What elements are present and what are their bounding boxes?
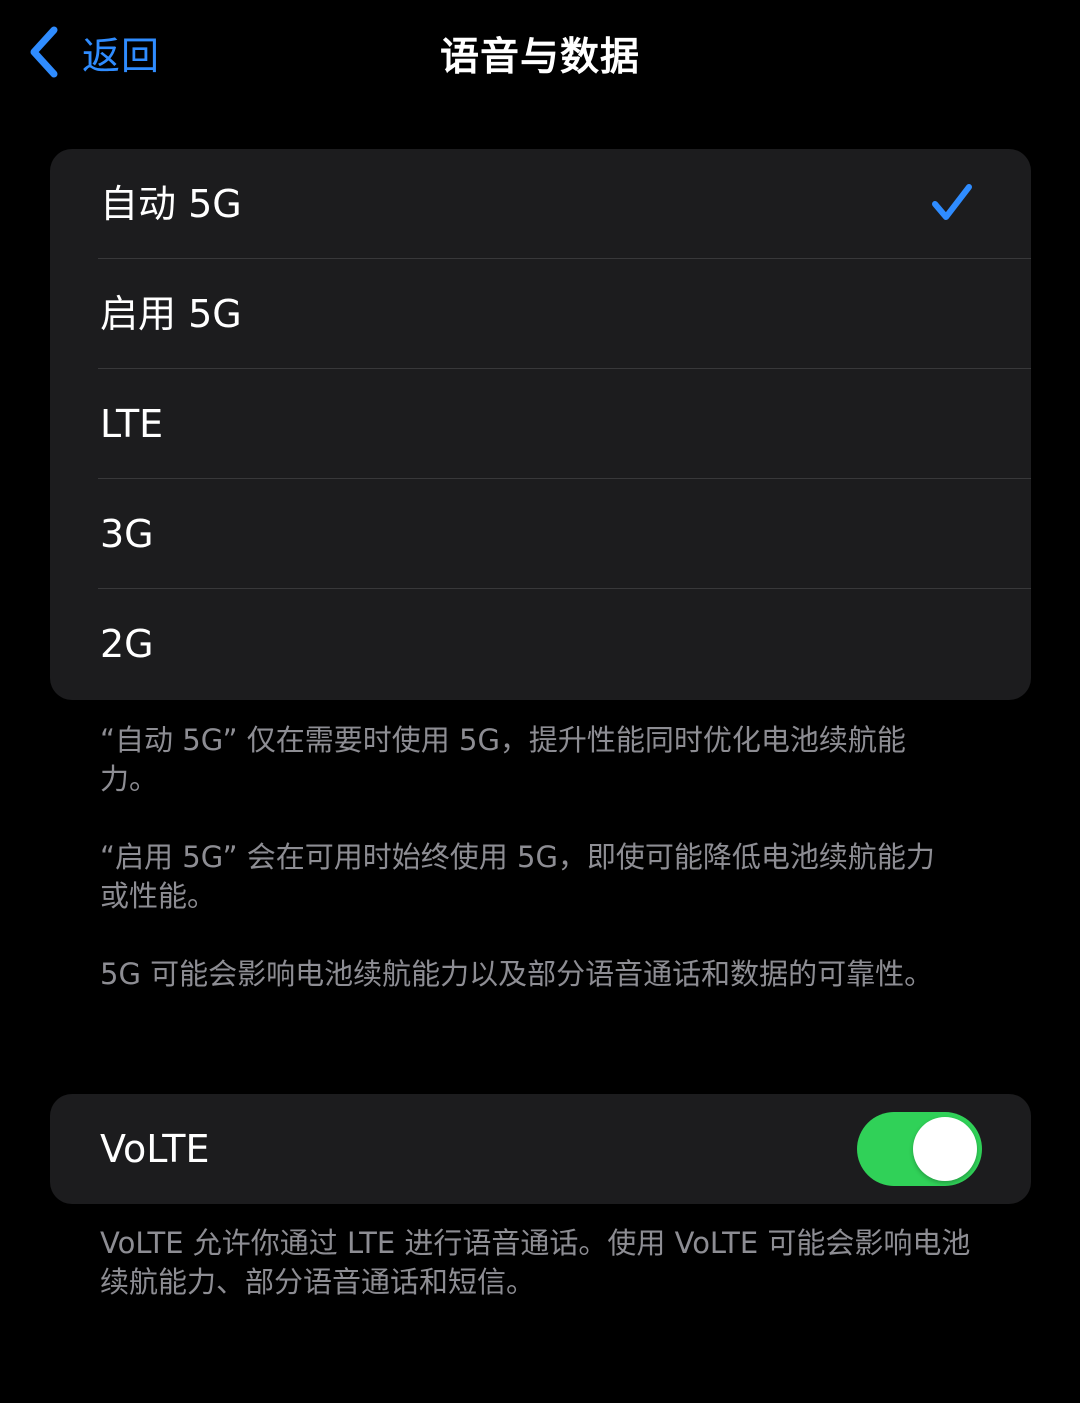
option-label: 自动 5G bbox=[100, 182, 242, 226]
checkmark-icon bbox=[932, 184, 972, 220]
option-label: 2G bbox=[100, 622, 154, 666]
option-auto-5g[interactable]: 自动 5G bbox=[50, 149, 1031, 259]
enable-5g-note: “启用 5G” 会在可用时始终使用 5G，即使可能降低电池续航能力或性能。 bbox=[100, 840, 935, 913]
page-title: 语音与数据 bbox=[439, 35, 640, 80]
volte-label: VoLTE bbox=[100, 1127, 210, 1171]
navigation-bar: 返回 语音与数据 bbox=[0, 0, 1080, 105]
network-mode-list: 自动 5G 启用 5G LTE 3G 2G bbox=[50, 149, 1031, 700]
option-enable-5g[interactable]: 启用 5G bbox=[50, 259, 1031, 369]
option-label: LTE bbox=[100, 402, 164, 446]
option-3g[interactable]: 3G bbox=[50, 479, 1031, 589]
volte-row: VoLTE bbox=[50, 1094, 1031, 1204]
option-label: 启用 5G bbox=[100, 292, 242, 336]
option-2g[interactable]: 2G bbox=[50, 589, 1031, 699]
option-lte[interactable]: LTE bbox=[50, 369, 1031, 479]
option-label: 3G bbox=[100, 512, 154, 556]
volte-note: VoLTE 允许你通过 LTE 进行语音通话。使用 VoLTE 可能会影响电池续… bbox=[100, 1226, 971, 1299]
volte-toggle[interactable] bbox=[857, 1112, 982, 1186]
toggle-knob bbox=[913, 1117, 977, 1181]
5g-reliability-note: 5G 可能会影响电池续航能力以及部分语音通话和数据的可靠性。 bbox=[100, 957, 934, 991]
auto-5g-note: “自动 5G” 仅在需要时使用 5G，提升性能同时优化电池续航能力。 bbox=[100, 723, 906, 796]
